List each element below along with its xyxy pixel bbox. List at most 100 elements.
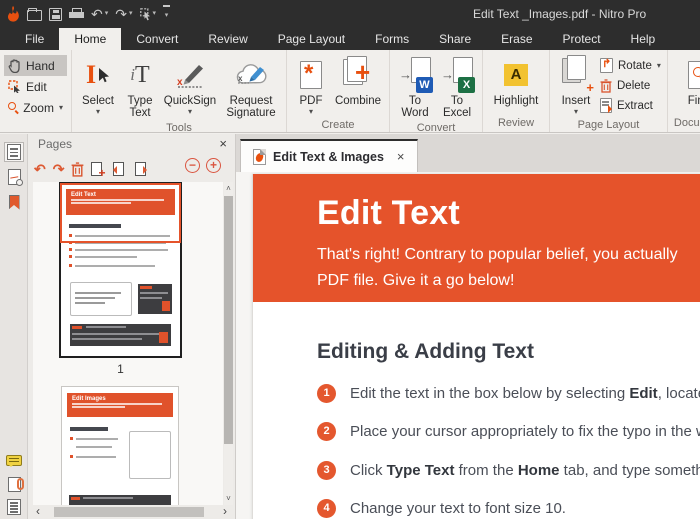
customize-toolbar-button[interactable]: ▾	[163, 5, 170, 23]
print-icon	[69, 8, 84, 21]
quicksign-dropdown-caret[interactable]: ▾	[188, 107, 192, 116]
rotate-icon: ↱	[600, 58, 613, 73]
nitro-logo-icon	[7, 6, 20, 22]
hand-label: Hand	[26, 59, 55, 73]
request-signature-label: Request Signature	[222, 95, 280, 119]
save-button[interactable]	[49, 8, 62, 21]
select-dropdown-caret[interactable]: ▾	[96, 107, 100, 116]
pointer-dropdown-caret[interactable]: ▾	[153, 7, 157, 21]
pdf-button[interactable]: * PDF ▾	[291, 53, 331, 118]
new-page-button[interactable]: +	[91, 162, 102, 176]
bookmark-icon	[9, 195, 20, 210]
scroll-up-arrow[interactable]: ˄	[224, 184, 233, 193]
edit-tool-button[interactable]: Edit	[4, 76, 67, 97]
find-label: Find	[688, 95, 700, 107]
tab-file[interactable]: File	[10, 28, 59, 50]
tab-home[interactable]: Home	[59, 28, 121, 50]
undo-dropdown-caret[interactable]: ▾	[105, 7, 109, 21]
thumbnail-zoom-in-button[interactable]: +	[206, 158, 221, 173]
step-4-text: Change your text to font size 10.	[350, 500, 566, 517]
select-icon: I	[86, 55, 110, 95]
attachments-panel-button[interactable]	[4, 474, 24, 494]
insert-page-before-button[interactable]	[113, 162, 124, 176]
pdf-dropdown-caret[interactable]: ▾	[309, 107, 313, 116]
print-button[interactable]	[69, 8, 84, 21]
tab-review[interactable]: Review	[193, 28, 262, 50]
insert-page-after-button[interactable]	[135, 162, 146, 176]
pages-vertical-scroll-thumb[interactable]	[224, 196, 233, 444]
banner-line-2: PDF file. Give it a go below!	[317, 268, 700, 293]
tab-erase[interactable]: Erase	[486, 28, 547, 50]
type-text-button[interactable]: iT Type Text	[120, 53, 160, 121]
tab-forms[interactable]: Forms	[360, 28, 424, 50]
signatures-panel-button[interactable]	[4, 167, 24, 187]
step-3: 3 Click Type Text from the Home tab, and…	[317, 461, 700, 480]
group-page-layout-label: Page Layout	[550, 118, 667, 134]
insert-button[interactable]: + Insert ▾	[554, 53, 598, 118]
zoom-tool-button[interactable]: Zoom ▾	[4, 97, 67, 118]
scroll-right-arrow[interactable]: ›	[223, 504, 227, 518]
find-button[interactable]: Find	[673, 53, 700, 116]
thumbnail-zoom-out-button[interactable]: −	[185, 158, 200, 173]
ribbon-tab-row: File Home Convert Review Page Layout For…	[0, 28, 700, 50]
sidebar-icon-strip	[0, 134, 28, 519]
document-tab[interactable]: Edit Text & Images ×	[240, 139, 418, 172]
pages-panel-button[interactable]	[4, 142, 24, 162]
extract-icon	[600, 98, 612, 113]
customize-bar-icon	[163, 5, 170, 7]
group-review: A Highlight Review	[483, 50, 550, 132]
undo-button[interactable]: ↶▾	[91, 7, 108, 21]
insert-dropdown-caret[interactable]: ▾	[574, 107, 578, 116]
request-signature-button[interactable]: x Request Signature	[220, 53, 282, 121]
scroll-left-arrow[interactable]: ‹	[36, 504, 40, 518]
step-1-text: Edit the text in the box below by select…	[350, 385, 700, 402]
select-tool-quick-button[interactable]: ▾	[140, 7, 157, 21]
pages-horizontal-scroll-thumb[interactable]	[54, 507, 204, 517]
thumb2-banner: Edit Images	[67, 393, 173, 417]
to-excel-button[interactable]: → X To Excel	[436, 53, 478, 121]
hand-icon	[8, 59, 21, 73]
select-button[interactable]: I Select ▾	[76, 53, 120, 121]
tab-share[interactable]: Share	[424, 28, 486, 50]
bookmarks-panel-button[interactable]	[4, 192, 24, 212]
pdf-label: PDF	[300, 95, 323, 107]
combine-label: Combine	[335, 95, 381, 107]
highlight-button[interactable]: A Highlight	[487, 53, 545, 116]
rotate-right-page-button[interactable]: ↷	[53, 161, 65, 177]
tab-convert[interactable]: Convert	[121, 28, 193, 50]
hand-tool-button[interactable]: Hand	[4, 55, 67, 76]
highlight-label: Highlight	[494, 95, 539, 107]
redo-button[interactable]: ↷▾	[115, 7, 132, 21]
rotate-left-page-button[interactable]: ↶	[34, 161, 46, 177]
combine-button[interactable]: + Combine	[331, 53, 385, 118]
quicksign-button[interactable]: x QuickSign ▾	[160, 53, 220, 121]
comments-panel-button[interactable]	[4, 450, 24, 470]
banner-line-1: That's right! Contrary to popular belief…	[317, 242, 700, 267]
tab-help[interactable]: Help	[616, 28, 671, 50]
find-icon	[688, 55, 700, 95]
document-tab-close-button[interactable]: ×	[397, 149, 405, 164]
page-thumbnail-2[interactable]: Edit Images	[61, 386, 179, 505]
comment-icon	[6, 455, 22, 466]
delete-button[interactable]: Delete	[600, 77, 661, 94]
delete-page-button[interactable]	[71, 162, 84, 177]
group-review-label: Review	[483, 116, 549, 132]
undo-icon: ↶	[91, 7, 103, 21]
extract-button[interactable]: Extract	[600, 97, 661, 114]
pages-horizontal-scrollbar[interactable]: ‹ ›	[36, 506, 227, 518]
rotate-button[interactable]: ↱ Rotate ▾	[600, 57, 661, 74]
rotate-label: Rotate	[618, 60, 652, 72]
document-viewport[interactable]: Edit Text That's right! Contrary to popu…	[236, 172, 700, 519]
page-thumbnail-1[interactable]: Edit Text	[59, 182, 182, 358]
scroll-down-arrow[interactable]: ˅	[224, 494, 233, 503]
rotate-dropdown-caret[interactable]: ▾	[657, 61, 661, 70]
layers-panel-button[interactable]	[4, 497, 24, 517]
tab-protect[interactable]: Protect	[548, 28, 616, 50]
type-text-label: Type Text	[125, 95, 155, 119]
tab-page-layout[interactable]: Page Layout	[263, 28, 360, 50]
zoom-dropdown-caret[interactable]: ▾	[59, 103, 63, 112]
pages-panel-close-button[interactable]: ×	[219, 136, 227, 151]
open-button[interactable]	[27, 7, 42, 21]
to-word-button[interactable]: → W To Word	[394, 53, 436, 121]
redo-dropdown-caret[interactable]: ▾	[129, 7, 133, 21]
